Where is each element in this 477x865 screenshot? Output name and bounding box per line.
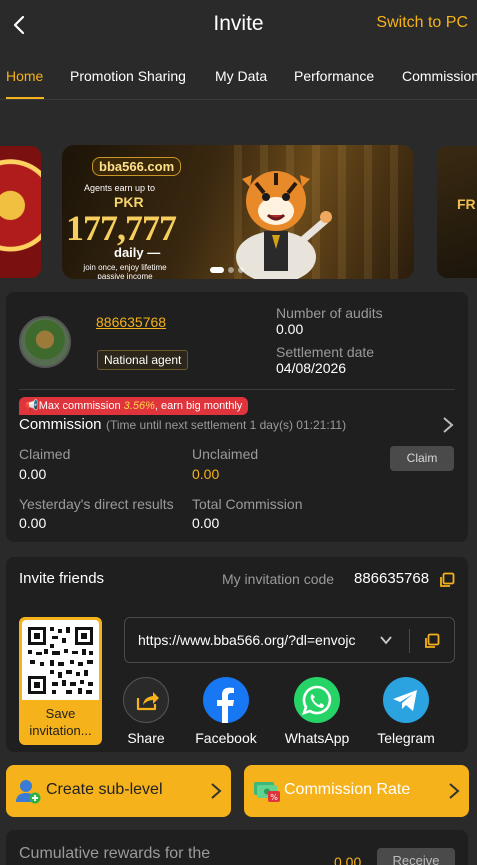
commission-rate-label: Commission Rate (284, 781, 411, 798)
cumulative-rewards-value: 0.00 (334, 854, 362, 865)
banner-logo: bba566.com (92, 157, 182, 176)
invitation-code-value: 886635768 (354, 570, 430, 587)
save-invitation-button[interactable]: Save invitation... (19, 705, 102, 739)
share-telegram-button[interactable]: Telegram (366, 677, 446, 746)
facebook-icon (203, 677, 249, 723)
max-commission-badge: 📢Max commission 3.56%, earn big monthly (19, 397, 249, 415)
svg-text:%: % (270, 793, 278, 802)
banner-prev-slide[interactable] (0, 146, 41, 278)
share-label: Share (127, 730, 165, 746)
tab-bar: Home Promotion Sharing My Data Performan… (0, 52, 477, 100)
cumulative-rewards-label: Cumulative rewards for the (19, 845, 211, 862)
tab-promotion-sharing[interactable]: Promotion Sharing (70, 68, 186, 84)
audits-value: 0.00 (276, 321, 304, 337)
banner-carousel[interactable]: bba566.com Agents earn up to PKR 177,777… (0, 130, 477, 280)
tab-performance[interactable]: Performance (294, 68, 374, 84)
banner-tagline: join once, enjoy lifetime passive income (83, 263, 167, 279)
invite-page: Invite Switch to PC Home Promotion Shari… (0, 0, 477, 865)
claimed-value: 0.00 (19, 466, 47, 482)
whatsapp-label: WhatsApp (284, 730, 350, 746)
banner-subtitle: Agents earn up to (84, 183, 156, 193)
unclaimed-value: 0.00 (192, 466, 220, 482)
cumulative-rewards-card: Cumulative rewards for the 0.00 Receive (6, 830, 468, 865)
facebook-label: Facebook (195, 730, 257, 746)
user-id-link[interactable]: 886635768 (96, 314, 166, 330)
banner-slide[interactable]: bba566.com Agents earn up to PKR 177,777… (62, 145, 414, 279)
switch-to-pc-link[interactable]: Switch to PC (376, 14, 468, 32)
agent-card: 886635768 National agent Number of audit… (6, 292, 468, 542)
tab-commission[interactable]: Commission (402, 68, 477, 84)
yesterday-results-value: 0.00 (19, 515, 47, 531)
active-tab-indicator (6, 97, 44, 99)
settlement-date-value: 04/08/2026 (276, 360, 347, 376)
banner-amount: 177,777 (66, 208, 177, 248)
audits-label: Number of audits (276, 305, 383, 321)
settlement-timer: (Time until next settlement 1 day(s) 01:… (106, 418, 347, 432)
total-commission-value: 0.00 (192, 515, 220, 531)
money-rate-icon: % (254, 782, 280, 802)
promo-suffix: , earn big monthly (154, 400, 243, 412)
chevron-right-icon[interactable] (441, 416, 455, 434)
claimed-label: Claimed (19, 446, 71, 462)
tab-home[interactable]: Home (6, 68, 43, 84)
commission-rate-button[interactable]: % Commission Rate (244, 765, 469, 817)
banner-period: daily — (114, 245, 161, 260)
commission-title: Commission (19, 416, 102, 433)
tab-my-data[interactable]: My Data (215, 68, 267, 84)
settlement-date-label: Settlement date (276, 344, 375, 360)
qr-code-card[interactable]: Save invitation... (19, 617, 102, 745)
total-commission-label: Total Commission (192, 496, 303, 512)
share-icon (123, 677, 169, 723)
qr-code-icon (22, 620, 99, 700)
divider (409, 629, 410, 653)
megaphone-icon: 📢 (25, 400, 39, 412)
avatar[interactable] (19, 316, 71, 368)
create-sub-level-button[interactable]: Create sub-level (6, 765, 231, 817)
share-button[interactable]: Share (106, 677, 186, 746)
chevron-down-icon[interactable] (379, 633, 393, 647)
add-user-icon (16, 780, 41, 804)
create-sub-level-label: Create sub-level (46, 781, 163, 798)
invitation-code-label: My invitation code (222, 571, 335, 587)
invite-link-field[interactable]: https://www.bba566.org/?dl=envojc (124, 617, 455, 663)
claim-button[interactable]: Claim (390, 446, 454, 471)
yesterday-results-label: Yesterday's direct results (19, 496, 174, 512)
copy-link-icon[interactable] (424, 633, 440, 649)
agent-level-badge: National agent (97, 350, 189, 370)
invite-link-text: https://www.bba566.org/?dl=envojc (138, 632, 356, 648)
banner-next-slide[interactable]: FR (437, 146, 477, 278)
header: Invite Switch to PC (0, 0, 477, 50)
telegram-label: Telegram (377, 730, 435, 746)
divider (19, 389, 455, 390)
share-facebook-button[interactable]: Facebook (186, 677, 266, 746)
promo-prefix: Max commission (38, 400, 124, 412)
invite-friends-title: Invite friends (19, 570, 105, 587)
banner-next-text: FR (457, 196, 476, 212)
receive-button[interactable]: Receive (377, 848, 455, 865)
carousel-dots (210, 267, 244, 273)
promo-percent: 3.56% (123, 400, 155, 412)
chevron-right-icon (211, 783, 222, 799)
chevron-right-icon (449, 783, 460, 799)
copy-code-icon[interactable] (439, 572, 455, 588)
share-whatsapp-button[interactable]: WhatsApp (277, 677, 357, 746)
whatsapp-icon (294, 677, 340, 723)
tiger-mascot-icon (236, 171, 332, 279)
telegram-icon (383, 677, 429, 723)
invite-card: Invite friends My invitation code 886635… (6, 557, 468, 752)
unclaimed-label: Unclaimed (192, 446, 259, 462)
